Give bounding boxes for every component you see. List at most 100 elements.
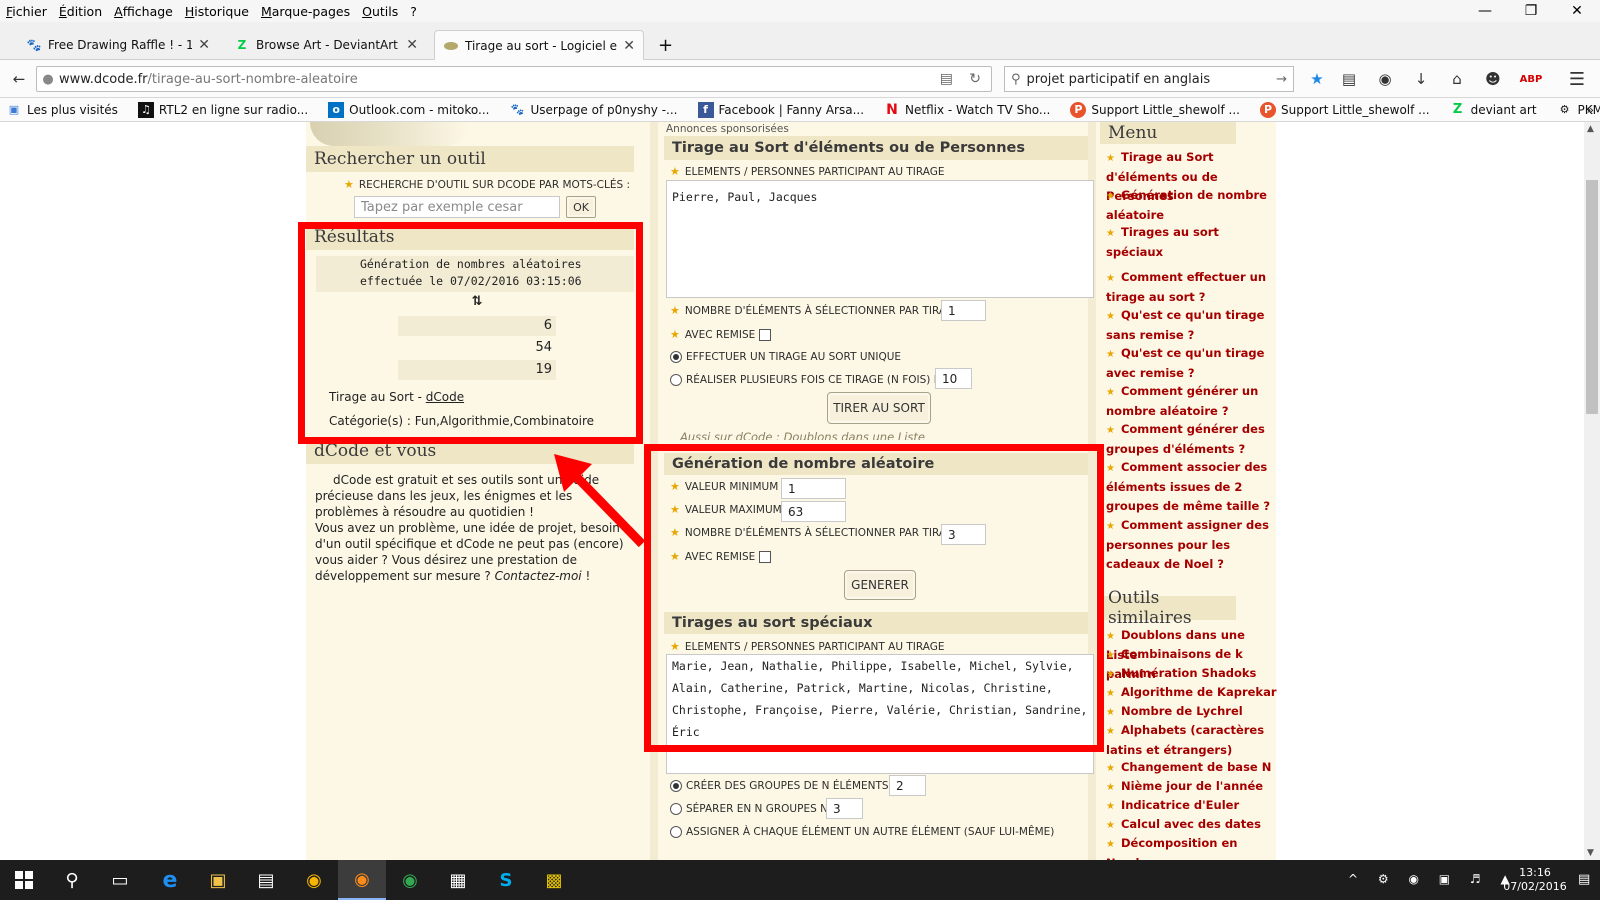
faq-link[interactable]: ★ Qu'est ce qu'un tirage sans remise ? [1106,306,1278,345]
menu-link-special[interactable]: ★ Tirages au sort spéciaux [1106,223,1278,262]
draw-button[interactable]: TIRER AU SORT [827,392,931,424]
close-tab-icon[interactable]: ✕ [198,37,210,53]
participants-textarea[interactable]: Pierre, Paul, Jacques [666,180,1094,298]
s1-single-draw[interactable]: EFFECTUER UN TIRAGE AU SORT UNIQUE [670,351,901,363]
menu-affichage[interactable]: Affichage [108,4,179,19]
similar-link[interactable]: ★ Alphabets (caractères latins et étrange… [1106,721,1278,760]
s3-groups-count[interactable]: SÉPARER EN N GROUPES N= [670,803,837,815]
menu-edition[interactable]: Édition [53,4,108,19]
s3-assign[interactable]: ASSIGNER À CHAQUE ÉLÉMENT UN AUTRE ÉLÉME… [670,826,1054,838]
page-scrollbar[interactable]: ▲ ▼ [1584,122,1600,860]
reader-view-icon[interactable]: ▤ [940,71,953,87]
search-input[interactable]: projet participatif en anglais [1027,72,1211,87]
app-icon[interactable]: ◉ [290,860,338,900]
bookmark-support-1[interactable]: P Support Little_shewolf ... [1064,101,1240,118]
bookmark-facebook[interactable]: f Facebook | Fanny Arsa... [692,101,864,118]
app-icon[interactable]: ▦ [434,860,482,900]
home-icon[interactable]: ⌂ [1446,69,1468,89]
back-icon[interactable]: ← [8,69,30,89]
s1-n-input[interactable]: 10 [935,368,972,389]
search-go-icon[interactable]: → [1276,72,1287,87]
s1-multiple-draw[interactable]: RÉALISER PLUSIEURS FOIS CE TIRAGE (N FOI… [670,374,950,386]
assign-radio[interactable] [670,826,682,838]
url-bar[interactable]: ● www.dcode.fr/tirage-au-sort-nombre-ale… [36,66,992,92]
tab-browse-art[interactable]: Z Browse Art - DeviantArt ✕ [226,30,426,60]
bookmark-rtl2[interactable]: ♫ RTL2 en ligne sur radio... [132,101,308,118]
similar-link[interactable]: ★ Numération Shadoks [1106,664,1278,684]
tool-search-input[interactable]: Tapez par exemple cesar [354,196,560,218]
bookmarks-list-icon[interactable]: ▤ [1338,69,1360,89]
chat-icon[interactable]: ☻ [1482,69,1504,89]
see-also-link[interactable]: Aussi sur dCode : Doublons dans une List… [680,430,925,440]
menu-link-random-number[interactable]: ★ Génération de nombre aléatoire [1106,186,1278,225]
download-icon[interactable]: ↓ [1410,69,1432,89]
bookmark-star-icon[interactable]: ★ [1306,69,1328,89]
similar-link[interactable]: ★ Changement de base N [1106,758,1278,778]
groups-size-radio[interactable] [670,780,682,792]
similar-link[interactable]: ★ Indicatrice d'Euler [1106,796,1278,816]
faq-link[interactable]: ★ Comment assigner des personnes pour les… [1106,516,1278,574]
s1-replacement-checkbox[interactable] [759,328,772,341]
paint-icon[interactable]: ▩ [530,860,578,900]
single-draw-radio[interactable] [670,351,682,363]
groups-count-input[interactable]: 3 [826,798,863,819]
hamburger-menu-icon[interactable]: ☰ [1566,69,1588,90]
multiple-draw-radio[interactable] [670,374,682,386]
bookmarks-overflow-icon[interactable]: » [1587,103,1594,117]
edge-icon[interactable]: e [146,860,194,900]
new-tab-button[interactable]: + [650,30,680,60]
chrome-icon[interactable]: ◉ [386,860,434,900]
similar-link[interactable]: ★Décomposition en Nombres [1106,834,1278,860]
search-icon[interactable]: ⚲ [48,860,96,900]
restore-icon[interactable]: ❐ [1508,0,1554,22]
faq-link[interactable]: ★ Comment associer des éléments issues de… [1106,458,1278,516]
menu-historique[interactable]: Historique [179,4,255,19]
tray-icons[interactable]: ^ ⚙ ◉ ▣ ♬ ▲ [1348,872,1518,886]
close-tab-icon[interactable]: ✕ [406,37,418,53]
similar-link[interactable]: ★ Calcul avec des dates [1106,815,1278,835]
close-tab-icon[interactable]: ✕ [623,38,635,54]
store-icon[interactable]: ▤ [242,860,290,900]
scroll-up-icon[interactable]: ▲ [1587,124,1594,134]
bookmark-deviant-art[interactable]: Zdeviant art [1444,102,1537,118]
notifications-icon[interactable]: ▤ [1578,872,1590,887]
ok-button[interactable]: OK [566,196,596,218]
menu-fichier[interactable]: Fichier [0,4,53,19]
scroll-down-icon[interactable]: ▼ [1587,848,1594,858]
groups-size-input[interactable]: 2 [889,775,926,796]
menu-outils[interactable]: Outils [356,4,404,19]
reload-icon[interactable]: ↻ [969,71,981,87]
faq-link[interactable]: ★ Comment générer un nombre aléatoire ? [1106,382,1278,421]
minimize-icon[interactable]: — [1462,0,1508,22]
contact-link[interactable]: Contactez-moi [495,569,582,583]
task-view-icon[interactable]: ▭ [96,860,144,900]
menu-help[interactable]: ? [404,4,423,19]
skype-icon[interactable]: S [482,860,530,900]
bookmark-outlook[interactable]: o Outlook.com - mitoko... [322,101,489,118]
s3-groups-size[interactable]: CRÉER DES GROUPES DE N ÉLÉMENTS N= [670,780,909,792]
search-bar[interactable]: ⚲ projet participatif en anglais → [1004,66,1294,92]
faq-link[interactable]: ★ Qu'est ce qu'un tirage avec remise ? [1106,344,1278,383]
firefox-icon[interactable]: ◉ [338,860,386,900]
bookmark-most-visited[interactable]: ▣ Les plus visités [0,102,118,118]
bookmark-support-2[interactable]: P Support Little_shewolf ... [1254,101,1430,118]
tab-free-drawing-raffle[interactable]: 🐾 Free Drawing Raffle ! - 100... ✕ [18,30,218,60]
menu-marque-pages[interactable]: Marque-pages [255,4,356,19]
s1-count-input[interactable]: 1 [941,300,986,321]
clock[interactable]: 13:16 07/02/2016 [1500,866,1570,894]
windows-start-icon[interactable] [0,860,48,900]
bookmark-netflix[interactable]: N Netflix - Watch TV Sho... [878,102,1050,118]
similar-link[interactable]: ★ Nième jour de l'année [1106,777,1278,797]
faq-link[interactable]: ★ Comment générer des groupes d'éléments … [1106,420,1278,459]
similar-link[interactable]: ★ Nombre de Lychrel [1106,702,1278,722]
tab-tirage-au-sort[interactable]: Tirage au sort - Logiciel e... ✕ [434,30,644,60]
close-window-icon[interactable]: ✕ [1554,0,1600,22]
groups-count-radio[interactable] [670,803,682,815]
bookmark-userpage[interactable]: 🐾 Userpage of p0nyshy -... [503,102,678,118]
faq-link[interactable]: ★ Comment effectuer un tirage au sort ? [1106,268,1278,307]
adblock-icon[interactable]: ABP [1520,69,1543,89]
file-explorer-icon[interactable]: ▣ [194,860,242,900]
pocket-icon[interactable]: ◉ [1374,69,1396,89]
scrollbar-thumb[interactable] [1586,180,1598,414]
similar-link[interactable]: ★ Algorithme de Kaprekar [1106,683,1278,703]
